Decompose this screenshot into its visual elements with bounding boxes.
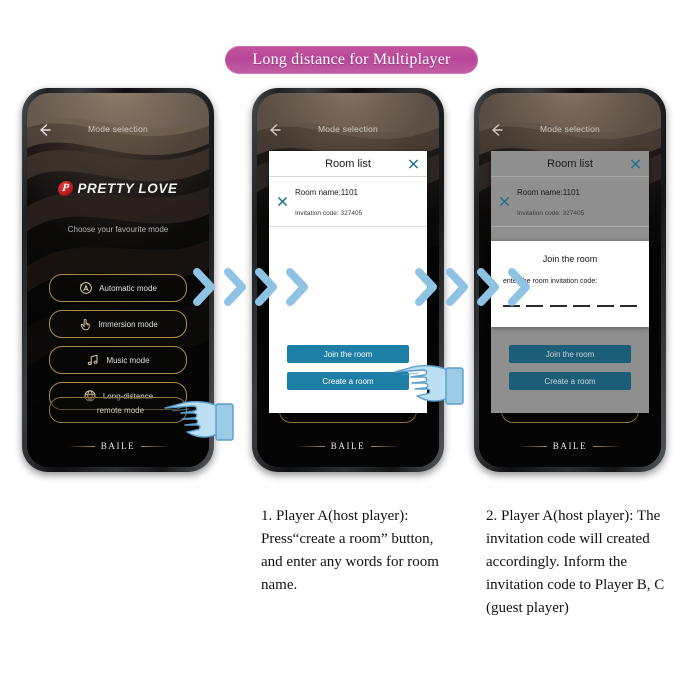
phone1-header-title: Mode selection	[88, 124, 148, 134]
phone3-footer: BAILE	[479, 441, 661, 451]
room-list-header: Room list	[491, 151, 649, 177]
room-name: Room name:1101	[517, 188, 580, 197]
create-a-room-button[interactable]: Create a room	[509, 372, 631, 390]
join-the-room-button[interactable]: Join the room	[509, 345, 631, 363]
close-x-icon[interactable]	[630, 158, 641, 169]
phone3-header-title: Mode selection	[540, 124, 600, 134]
create-a-room-label: Create a room	[322, 376, 374, 386]
chevron-right-icon	[252, 265, 282, 309]
mode-button-music[interactable]: Music mode	[49, 346, 187, 374]
footer-line-right	[371, 445, 400, 447]
mode-label-automatic: Automatic mode	[99, 283, 157, 293]
hand-touch-icon	[78, 317, 92, 331]
music-note-icon	[86, 353, 100, 367]
circle-a-icon	[79, 281, 93, 295]
mode-label-immersion: Immersion mode	[98, 319, 158, 329]
room-row-text: Room name:1101 Invitation code: 327405	[517, 181, 584, 221]
join-the-room-label: Join the room	[323, 349, 373, 359]
footer-line-left	[296, 445, 325, 447]
caption-step-1: 1. Player A(host player): Press“create a…	[261, 508, 439, 593]
pointing-hand-icon	[163, 391, 235, 447]
pointing-hand-icon	[393, 355, 465, 411]
close-x-icon[interactable]	[277, 196, 288, 207]
code-slot[interactable]	[596, 305, 614, 307]
join-the-room-button[interactable]: Join the room	[287, 345, 409, 363]
room-invitation-code: Invitation code: 327405	[517, 210, 585, 217]
phone2-header-title: Mode selection	[318, 124, 378, 134]
code-slot[interactable]	[573, 305, 591, 307]
chevron-right-icon	[505, 265, 535, 309]
mode-button-automatic[interactable]: Automatic mode	[49, 274, 187, 302]
brand-badge-icon: P	[57, 181, 75, 196]
brand-badge-letter: P	[61, 182, 71, 194]
caption-step-2: 2. Player A(host player): The invitation…	[486, 508, 665, 616]
create-a-room-label: Create a room	[544, 376, 596, 386]
chevron-right-icon	[283, 265, 313, 309]
close-x-icon[interactable]	[408, 158, 419, 169]
code-slot[interactable]	[619, 305, 637, 307]
room-list-row[interactable]: Room name:1101 Invitation code: 327405	[491, 177, 649, 227]
footer-brand: BAILE	[330, 441, 366, 451]
chevron-right-icon	[443, 265, 473, 309]
mode-label-remote: remote mode	[96, 405, 145, 415]
flow-arrows-group-2	[412, 265, 535, 309]
create-a-room-button[interactable]: Create a room	[287, 372, 409, 390]
footer-line-left	[66, 445, 95, 447]
room-list-title: Room list	[547, 157, 593, 170]
phone1-subtitle: Choose your favourite mode	[67, 225, 169, 234]
room-list-row[interactable]: Room name:1101 Invitation code: 327405	[269, 177, 427, 227]
page-root: Long distance for Multiplayer Mode selec…	[0, 0, 700, 700]
join-room-modal-title: Join the room	[542, 254, 598, 264]
footer-brand: BAILE	[552, 441, 588, 451]
code-slot[interactable]	[549, 305, 567, 307]
room-row-text: Room name:1101 Invitation code: 327405	[295, 181, 362, 221]
phone1-status-bar	[27, 93, 209, 107]
room-list-actions: Join the room Create a room	[491, 345, 649, 413]
chevron-right-icon	[190, 265, 220, 309]
close-x-icon[interactable]	[499, 196, 510, 207]
brand-name: PRETTY LOVE	[77, 181, 178, 196]
join-the-room-label: Join the room	[545, 349, 595, 359]
mode-label-music: Music mode	[106, 355, 150, 365]
chevron-right-icon	[412, 265, 442, 309]
phone2-footer: BAILE	[257, 441, 439, 451]
chevron-right-icon	[221, 265, 251, 309]
room-list-title: Room list	[325, 157, 371, 170]
room-name: Room name:1101	[295, 188, 358, 197]
brand-logo: P PRETTY LOVE	[27, 181, 209, 196]
page-title-banner: Long distance for Multiplayer	[225, 46, 478, 74]
mode-button-immersion[interactable]: Immersion mode	[49, 310, 187, 338]
page-title: Long distance for Multiplayer	[252, 51, 451, 68]
footer-brand: BAILE	[100, 441, 136, 451]
room-list-header: Room list	[269, 151, 427, 177]
room-invitation-code: Invitation code: 327405	[295, 210, 363, 217]
flow-arrows-group-1	[190, 265, 313, 309]
footer-line-right	[593, 445, 622, 447]
chevron-right-icon	[474, 265, 504, 309]
footer-line-left	[518, 445, 547, 447]
